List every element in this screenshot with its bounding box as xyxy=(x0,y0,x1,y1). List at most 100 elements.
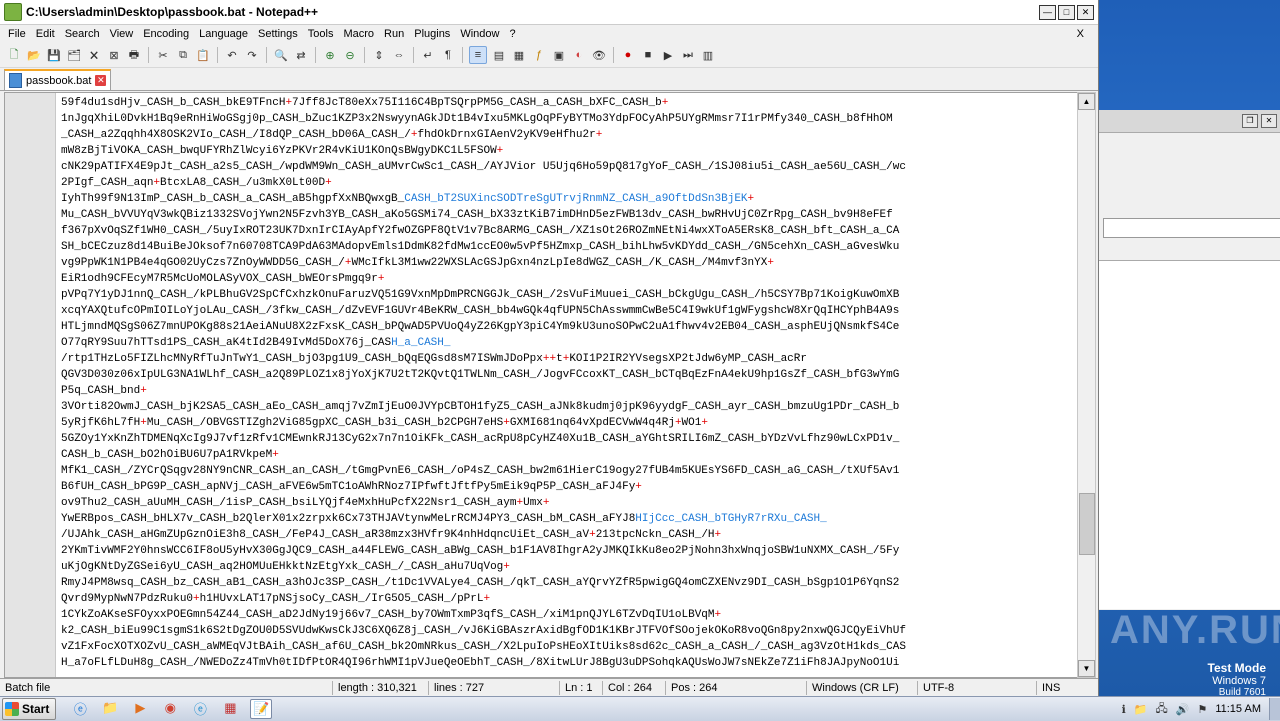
maximize-button[interactable]: □ xyxy=(1058,4,1075,20)
save-icon[interactable]: 💾 xyxy=(46,47,62,63)
code-line[interactable]: 3VOrti82OwmJ_CASH_bjK2SA5_CASH_aEo_CASH_… xyxy=(61,399,1077,415)
new-file-icon[interactable]: 🗋 xyxy=(6,47,22,63)
indent-guide-icon[interactable]: ≡ xyxy=(469,46,487,64)
edge-icon[interactable]: ⓔ xyxy=(190,699,210,717)
code-line[interactable]: uKjOgKNtDyZGSei6yU_CASH_aq2HOMUuEHkktNzE… xyxy=(61,559,1077,575)
open-file-icon[interactable]: 📂 xyxy=(26,47,42,63)
cut-icon[interactable]: ✂ xyxy=(155,47,171,63)
code-line[interactable]: f367pXvOqSZf1WH0_CASH_/5uyIxROT23UK7DxnI… xyxy=(61,223,1077,239)
tray-folder-icon[interactable]: 📁 xyxy=(1134,703,1148,716)
monitoring-icon[interactable]: ◐ xyxy=(571,47,587,63)
menu-item-plugins[interactable]: Plugins xyxy=(410,28,456,40)
code-line[interactable]: IyhTh99f9N13ImP_CASH_b_CASH_a_CASH_aB5hg… xyxy=(61,191,1077,207)
word-wrap-icon[interactable]: ↵ xyxy=(420,47,436,63)
stop-macro-icon[interactable]: ■ xyxy=(640,47,656,63)
background-window-field[interactable] xyxy=(1103,218,1280,238)
code-line[interactable]: 1CYkZoAKseSFOyxxPOEGmn54Z44_CASH_aD2JdNy… xyxy=(61,607,1077,623)
language-icon[interactable]: ▤ xyxy=(491,47,507,63)
code-line[interactable]: _CASH_a2Zqqhh4X8OSK2VIo_CASH_/I8dQP_CASH… xyxy=(61,127,1077,143)
show-all-chars-icon[interactable]: ¶ xyxy=(440,47,456,63)
media-player-icon[interactable]: ▶ xyxy=(130,699,150,717)
code-line[interactable]: mW8zBjTiVOKA_CASH_bwqUFYRhZlWcyi6YzPKVr2… xyxy=(61,143,1077,159)
clock[interactable]: 11:15 AM xyxy=(1215,703,1261,715)
undo-icon[interactable]: ↶ xyxy=(224,47,240,63)
menu-item-language[interactable]: Language xyxy=(195,28,254,40)
menu-item-help[interactable]: ? xyxy=(505,28,521,40)
tab-close-icon[interactable]: ✕ xyxy=(95,75,107,86)
ie-icon[interactable]: ⓔ xyxy=(70,699,90,717)
code-line[interactable]: 59f4du1sdHjv_CASH_b_CASH_bkE9TFncH +7Jff8… xyxy=(61,95,1077,111)
code-line[interactable]: RmyJ4PM8wsq_CASH_bz_CASH_aB1_CASH_a3hOJc… xyxy=(61,575,1077,591)
notepadpp-taskbar-icon[interactable]: 📝 xyxy=(250,699,273,719)
code-line[interactable]: Mu_CASH_bVVUYqV3wkQBiz1332SVojYwn2N5Fzvh… xyxy=(61,207,1077,223)
tray-flag-icon[interactable]: ⚑ xyxy=(1197,703,1207,716)
vertical-scrollbar[interactable]: ▲ ▼ xyxy=(1077,92,1096,678)
code-line[interactable]: xcqYAXQtufcOPmIOILoYjoLAu_CASH_/3fkw_CAS… xyxy=(61,303,1077,319)
code-line[interactable]: /UJAhk_CASH_aHGmZUpGznOiE3h8_CASH_/FeP4J… xyxy=(61,527,1077,543)
redo-icon[interactable]: ↷ xyxy=(244,47,260,63)
explorer-icon[interactable]: 📁 xyxy=(100,699,120,717)
code-line[interactable]: CASH_b_CASH_bO2hOiBU6U7pA1RVkpeM+ xyxy=(61,447,1077,463)
code-line[interactable]: 1nJgqXhiL0DvkH1Bq9eRnHiWoGSgj0p_CASH_bZu… xyxy=(61,111,1077,127)
code-line[interactable]: HTLjmndMQSgS06Z7mnUPOKg88s21AeiANuU8X2zF… xyxy=(61,319,1077,335)
bg-restore-button[interactable]: ❐ xyxy=(1242,114,1258,128)
start-button[interactable]: Start xyxy=(2,698,57,720)
bg-close-button[interactable]: ✕ xyxy=(1261,114,1277,128)
code-line[interactable]: /rtp1THzLo5FIZLhcMNyRfTuJnTwY1_CASH_bjO3… xyxy=(61,351,1077,367)
code-line[interactable]: H_a7oFLfLDuH8g_CASH_/NWEDoZz4TmVh0tIDfPt… xyxy=(61,655,1077,671)
play-macro-icon[interactable]: ▶ xyxy=(660,47,676,63)
code-line[interactable]: B6fUH_CASH_bPG9P_CASH_apNVj_CASH_aFVE6w5… xyxy=(61,479,1077,495)
menu-item-macro[interactable]: Macro xyxy=(339,28,380,40)
doc-map-icon[interactable]: ▦ xyxy=(511,47,527,63)
code-line[interactable]: cNK29pATIFX4E9pJt_CASH_a2s5_CASH_/wpdWM9… xyxy=(61,159,1077,175)
tray-info-icon[interactable]: ℹ xyxy=(1122,703,1126,716)
minimize-button[interactable]: — xyxy=(1039,4,1056,20)
tray-volume-icon[interactable]: 🔊 xyxy=(1176,703,1190,716)
code-line[interactable]: QGV3D030z06xIpULG3NA1WLhf_CASH_a2Q89PLOZ… xyxy=(61,367,1077,383)
code-line[interactable]: vZ1FxFocXOTXOZvU_CASH_aWMEqVJtBAih_CASH_… xyxy=(61,639,1077,655)
show-desktop-button[interactable] xyxy=(1269,698,1280,720)
code-line[interactable]: YwERBpos_CASH_bHLX7v_CASH_b2QlerX01x2zrp… xyxy=(61,511,1077,527)
menu-item-window[interactable]: Window xyxy=(456,28,505,40)
close-document-button[interactable]: X xyxy=(1073,28,1090,40)
menu-item-encoding[interactable]: Encoding xyxy=(139,28,195,40)
save-macro-icon[interactable]: ▥ xyxy=(700,47,716,63)
code-line[interactable]: 5yRjfK6hL7fH+Mu_CASH_/OBVGSTIZgh2ViG85gp… xyxy=(61,415,1077,431)
menu-item-file[interactable]: File xyxy=(4,28,32,40)
sync-horizontal-icon[interactable]: ⇔ xyxy=(391,47,407,63)
chrome-icon[interactable]: ◉ xyxy=(160,699,180,717)
code-line[interactable]: O77qRY9Suu7hTTsd1PS_CASH_aK4tId2B49IvMd5… xyxy=(61,335,1077,351)
menu-item-search[interactable]: Search xyxy=(61,28,106,40)
menu-item-edit[interactable]: Edit xyxy=(32,28,61,40)
scroll-up-arrow-icon[interactable]: ▲ xyxy=(1078,93,1095,110)
code-line[interactable]: SH_bCECzuz8d14BuiBeJOksof7n60708TCA9PdA6… xyxy=(61,239,1077,255)
code-line[interactable]: EiR1odh9CFEcyM7R5McUoMOLASyVOX_CASH_bWEO… xyxy=(61,271,1077,287)
close-button[interactable]: ✕ xyxy=(1077,4,1094,20)
app-tile-icon[interactable]: ▦ xyxy=(220,699,240,717)
zoom-in-icon[interactable]: ⊕ xyxy=(322,47,338,63)
replace-icon[interactable]: ⇄ xyxy=(293,47,309,63)
code-line[interactable]: 5GZOy1YxKnZhTDMENqXcIg9J7vf1zRfv1CMEwnkR… xyxy=(61,431,1077,447)
record-macro-icon[interactable]: ● xyxy=(620,47,636,63)
run-macro-multiple-icon[interactable]: ⏭ xyxy=(680,47,696,63)
code-line[interactable]: MfK1_CASH_/ZYCrQSqgv28NY9nCNR_CASH_an_CA… xyxy=(61,463,1077,479)
code-area[interactable]: 59f4du1sdHjv_CASH_b_CASH_bkE9TFncH +7Jff8… xyxy=(61,95,1077,671)
paste-icon[interactable]: 📋 xyxy=(195,47,211,63)
copy-icon[interactable]: ⧉ xyxy=(175,47,191,63)
menu-item-settings[interactable]: Settings xyxy=(254,28,304,40)
folder-workspace-icon[interactable]: ▣ xyxy=(551,47,567,63)
scroll-thumb[interactable] xyxy=(1079,493,1095,555)
menu-item-tools[interactable]: Tools xyxy=(304,28,340,40)
scroll-down-arrow-icon[interactable]: ▼ xyxy=(1078,660,1095,677)
code-line[interactable]: k2_CASH_biEu99C1sgmS1k6S2tDgZOU0D5SVUdwK… xyxy=(61,623,1077,639)
menu-item-view[interactable]: View xyxy=(106,28,140,40)
menu-item-run[interactable]: Run xyxy=(380,28,410,40)
code-line[interactable]: P5q_CASH_bnd+ xyxy=(61,383,1077,399)
zoom-out-icon[interactable]: ⊖ xyxy=(342,47,358,63)
code-line[interactable]: vg9PpWK1N1PB4e4qGO02UyCzs7ZnOyWWDD5G_CAS… xyxy=(61,255,1077,271)
tray-network-icon[interactable]: 🖧 xyxy=(1155,700,1167,719)
editor[interactable]: 59f4du1sdHjv_CASH_b_CASH_bkE9TFncH +7Jff8… xyxy=(4,92,1078,678)
tab-passbook[interactable]: passbook.bat ✕ xyxy=(4,69,112,90)
find-icon[interactable]: 🔍 xyxy=(273,47,289,63)
close-all-icon[interactable]: ⊠ xyxy=(106,47,122,63)
